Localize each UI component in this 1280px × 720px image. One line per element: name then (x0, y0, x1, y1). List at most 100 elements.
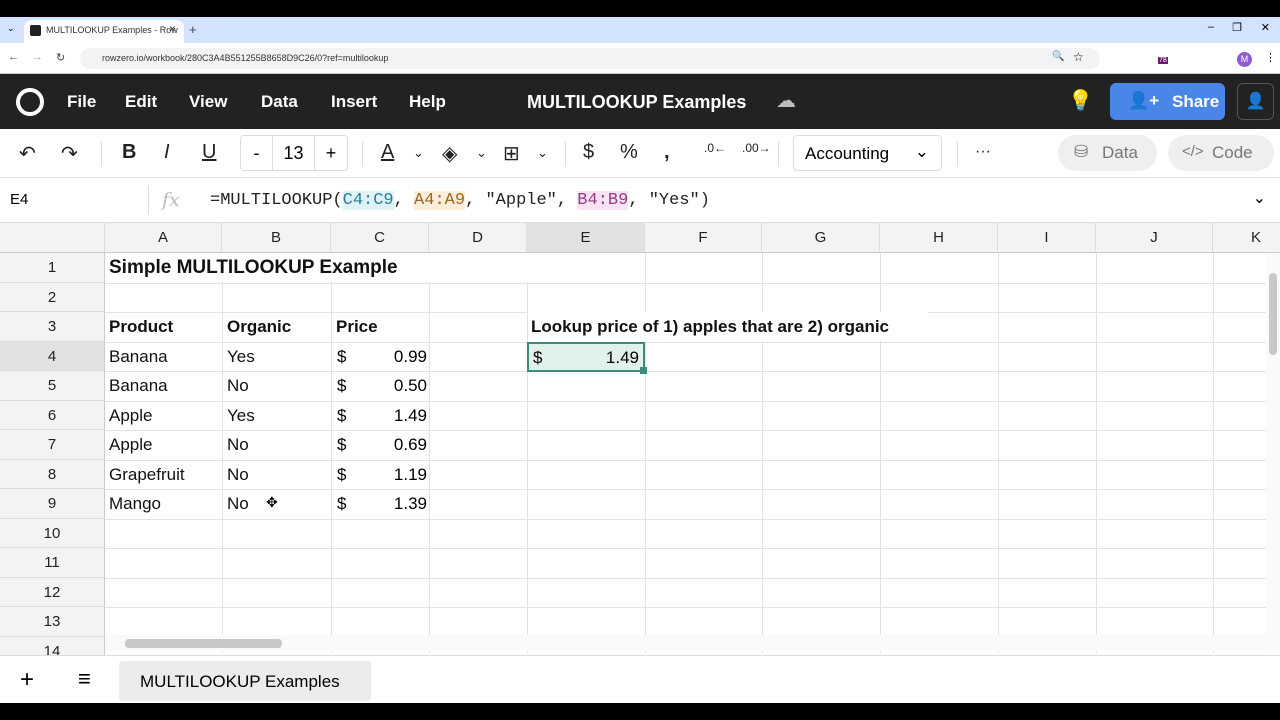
forward-icon[interactable]: → (32, 51, 43, 63)
zoom-icon[interactable]: 🔍 (1052, 51, 1064, 62)
column-header-D[interactable]: D (429, 223, 527, 253)
increase-decimal-icon[interactable]: .00→ (742, 141, 771, 155)
horizontal-scrollbar[interactable] (105, 635, 1266, 651)
cell-reference-box[interactable]: E4 (10, 191, 28, 208)
browser-menu-icon[interactable]: ⋮ (1265, 51, 1276, 64)
close-window-icon[interactable]: ✕ (1261, 21, 1270, 34)
tab-title: MULTILOOKUP Examples - Row (46, 25, 178, 35)
row-header-13[interactable]: 13 (0, 607, 105, 637)
row-header-1[interactable]: 1 (0, 253, 105, 283)
text-color-icon[interactable]: A (381, 141, 394, 164)
vertical-scrollbar[interactable] (1266, 253, 1280, 653)
close-tab-icon[interactable]: ✕ (168, 24, 176, 35)
cell-price: $1.39 (337, 494, 427, 513)
cell-organic: No (227, 435, 249, 454)
minimize-icon[interactable]: – (1208, 21, 1214, 33)
column-header-K[interactable]: K (1213, 223, 1280, 253)
bookmark-star-icon[interactable]: ☆ (1073, 50, 1084, 64)
horizontal-scroll-thumb[interactable] (125, 639, 282, 648)
increase-font-button[interactable]: + (315, 136, 347, 170)
menu-insert[interactable]: Insert (331, 92, 377, 112)
cell-B3: Organic (227, 317, 292, 336)
menu-view[interactable]: View (189, 92, 227, 112)
url-field[interactable]: rowzero.io/workbook/280C3A4B551255B8658D… (80, 48, 1100, 69)
fill-handle[interactable] (640, 367, 647, 374)
restore-icon[interactable]: ❐ (1232, 21, 1242, 34)
column-header-G[interactable]: G (762, 223, 880, 253)
reload-icon[interactable]: ↻ (56, 51, 65, 64)
selected-cell-E4[interactable]: $1.49 (527, 341, 645, 372)
row-header-14[interactable]: 14 (0, 636, 105, 655)
borders-icon[interactable]: ⊞ (503, 141, 520, 166)
more-options-button[interactable]: ··· (975, 143, 991, 161)
menu-edit[interactable]: Edit (125, 92, 157, 112)
column-header-C[interactable]: C (331, 223, 429, 253)
profile-avatar[interactable]: M (1237, 52, 1252, 67)
sheet-list-icon[interactable]: ≡ (78, 666, 91, 692)
share-button[interactable]: 👤+ Share (1110, 83, 1225, 120)
row-header-10[interactable]: 10 (0, 518, 105, 548)
column-header-J[interactable]: J (1096, 223, 1213, 253)
column-header-A[interactable]: A (105, 223, 222, 253)
row-header-8[interactable]: 8 (0, 459, 105, 489)
row-header-9[interactable]: 9 (0, 489, 105, 519)
column-header-I[interactable]: I (998, 223, 1096, 253)
add-sheet-icon[interactable]: + (20, 666, 34, 694)
row-header-4[interactable]: 4 (0, 341, 105, 371)
select-all-corner[interactable] (0, 223, 105, 253)
row-header-2[interactable]: 2 (0, 282, 105, 312)
percent-icon[interactable]: % (620, 141, 638, 164)
range-ref-b: B4:B9 (577, 191, 629, 210)
result-value: 1.49 (605, 347, 639, 367)
workbook-title[interactable]: MULTILOOKUP Examples (527, 92, 746, 113)
row-header-5[interactable]: 5 (0, 371, 105, 401)
user-icon: 👤 (1245, 93, 1266, 110)
data-panel-button[interactable]: ⛁ Data (1058, 135, 1157, 171)
decrease-font-button[interactable]: - (241, 136, 273, 170)
chevron-down-icon[interactable]: ⌄ (476, 145, 487, 161)
spreadsheet-grid[interactable]: ABCDEFGHIJK 1 2 3 4 5 6 7 8 9 10 11 12 13 14 Simple M… (0, 223, 1280, 655)
cell-price: $1.19 (337, 464, 427, 484)
formula-input[interactable]: =MULTILOOKUP(C4:C9, A4:A9, "Apple", B4:B… (210, 191, 710, 210)
font-size-input[interactable]: 13 (273, 136, 315, 170)
row-header-12[interactable]: 12 (0, 577, 105, 607)
menu-data[interactable]: Data (261, 92, 298, 112)
cell-A1: Simple MULTILOOKUP Example (109, 257, 398, 278)
row-header-3[interactable]: 3 (0, 312, 105, 342)
menu-help[interactable]: Help (409, 92, 446, 112)
browser-tab[interactable]: MULTILOOKUP Examples - Row ✕ (24, 20, 184, 43)
bold-icon[interactable]: B (122, 141, 136, 164)
sheet-tab-multilookup[interactable]: MULTILOOKUP Examples (119, 661, 371, 701)
rowzero-logo-icon[interactable] (16, 88, 44, 116)
range-ref-a: A4:A9 (414, 191, 466, 210)
lightbulb-icon[interactable]: 💡 (1068, 88, 1093, 113)
tab-list-icon[interactable]: ⌄ (7, 23, 15, 34)
row-header-7[interactable]: 7 (0, 430, 105, 460)
column-header-F[interactable]: F (645, 223, 762, 253)
italic-icon[interactable]: I (164, 141, 170, 164)
row-header-11[interactable]: 11 (0, 548, 105, 578)
back-icon[interactable]: ← (8, 51, 19, 63)
decrease-decimal-icon[interactable]: .0← (704, 141, 726, 155)
new-tab-icon[interactable]: + (189, 22, 197, 37)
vertical-scroll-thumb[interactable] (1269, 273, 1277, 355)
cell-C3: Price (336, 317, 378, 336)
cell-price: $0.69 (337, 435, 427, 454)
redo-icon[interactable]: ↷ (61, 141, 78, 166)
currency-icon[interactable]: $ (583, 141, 594, 164)
fill-color-icon[interactable]: ◈ (442, 141, 457, 166)
expand-formula-icon[interactable]: ⌄ (1253, 188, 1266, 208)
chevron-down-icon[interactable]: ⌄ (537, 145, 548, 161)
underline-icon[interactable]: U (202, 141, 216, 164)
chevron-down-icon[interactable]: ⌄ (413, 145, 424, 161)
column-header-B[interactable]: B (222, 223, 331, 253)
column-header-H[interactable]: H (880, 223, 998, 253)
column-header-E[interactable]: E (527, 223, 645, 253)
row-header-6[interactable]: 6 (0, 400, 105, 430)
menu-file[interactable]: File (67, 92, 96, 112)
undo-icon[interactable]: ↶ (19, 141, 36, 166)
comma-style-icon[interactable]: , (664, 141, 670, 164)
code-panel-button[interactable]: </> Code (1168, 135, 1274, 171)
account-button[interactable]: 👤 (1237, 83, 1274, 120)
number-format-select[interactable]: Accounting ⌄ (793, 135, 942, 171)
